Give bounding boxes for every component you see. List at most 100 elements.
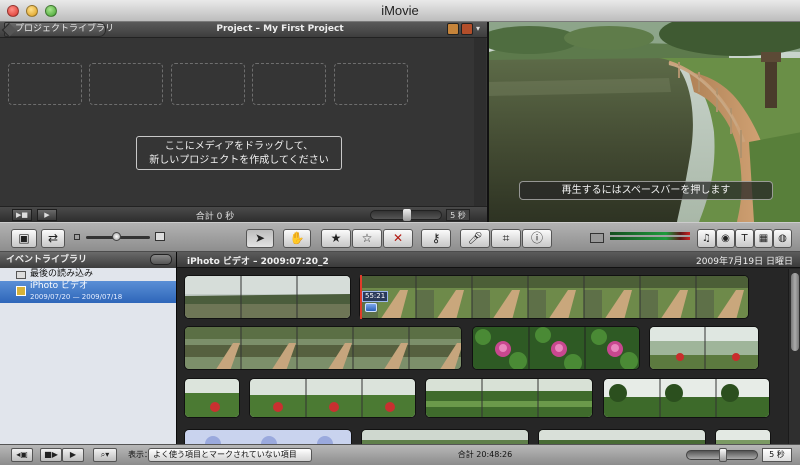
clip-filmstrip[interactable]	[361, 429, 529, 444]
level-bar	[610, 232, 690, 235]
large-thumb-icon	[155, 232, 165, 241]
title-icon[interactable]: T	[735, 229, 754, 248]
empty-slot	[171, 63, 245, 105]
clip-filmstrip[interactable]	[184, 378, 240, 418]
viewer-message: 再生するにはスペースバーを押します	[519, 181, 773, 200]
project-menu-icon[interactable]: ▾	[476, 23, 486, 35]
event-browser: iPhoto ビデオ – 2009:07:20_2 2009年7月19日 日曜日	[176, 252, 800, 444]
voiceover-mic-button[interactable]: 🎤︎	[460, 229, 490, 248]
event-header: iPhoto ビデオ – 2009:07:20_2 2009年7月19日 日曜日	[177, 252, 800, 268]
swap-events-icon[interactable]: ⇄	[41, 229, 65, 248]
clip-filmstrip[interactable]	[184, 275, 351, 319]
window-title: iMovie	[381, 3, 419, 18]
disk-icon[interactable]	[150, 254, 172, 265]
drop-message-line2: 新しいプロジェクトを作成してください	[149, 155, 329, 166]
clip-thumbnail	[539, 430, 705, 444]
slider-knob[interactable]	[112, 232, 121, 241]
project-total-time: 合計 0 秒	[195, 212, 235, 222]
slider-knob[interactable]	[403, 209, 411, 221]
empty-slot	[334, 63, 408, 105]
show-filter-select[interactable]: よく使う項目とマークされていない項目	[148, 448, 312, 462]
event-item-label: iPhoto ビデオ	[30, 281, 89, 291]
clip-thumbnail	[650, 327, 758, 369]
viewer[interactable]: 再生するにはスペースバーを押します	[487, 22, 800, 222]
film-icon	[16, 271, 26, 279]
small-thumb-icon	[74, 234, 80, 240]
title-bar: iMovie	[0, 0, 800, 22]
clip-thumbnail	[426, 379, 592, 417]
map-theme-icon[interactable]	[461, 23, 473, 35]
search-icon[interactable]: ⌕▾	[93, 448, 117, 462]
iphoto-icon	[16, 286, 26, 296]
event-item-last-import[interactable]: 最後の読み込み	[0, 268, 176, 281]
unmark-star-button[interactable]: ☆	[352, 229, 382, 248]
clip-filmstrip[interactable]	[425, 378, 593, 418]
arrow-tool-button[interactable]: ➤	[246, 229, 274, 248]
project-zoom-value: 5 秒	[446, 209, 470, 221]
event-browser-scrollbar[interactable]	[788, 269, 800, 444]
clip-filmstrip[interactable]	[359, 275, 749, 319]
level-bar	[610, 237, 690, 240]
imovie-window: iMovie プロジェクトライブラリ Project – My First Pr…	[0, 0, 800, 465]
hand-tool-button[interactable]: ✋	[283, 229, 311, 248]
drop-media-message[interactable]: ここにメディアをドラッグして、 新しいプロジェクトを作成してください	[136, 136, 342, 170]
empty-slot	[89, 63, 163, 105]
music-icon[interactable]: ♫	[697, 229, 716, 248]
crop-tool-button[interactable]: ⌗	[491, 229, 521, 248]
project-footer: ▶■ ▶ 合計 0 秒 5 秒	[0, 206, 487, 222]
clip-thumbnail	[250, 379, 415, 417]
clip-thumbnail	[716, 430, 770, 444]
project-pane: プロジェクトライブラリ Project – My First Project ▾…	[0, 22, 487, 222]
clip-filmstrip[interactable]	[184, 429, 352, 444]
clip-filmstrip[interactable]	[249, 378, 416, 418]
slider-knob[interactable]	[719, 448, 727, 462]
clip-thumbnail	[473, 327, 639, 369]
map-icon[interactable]: ◍	[773, 229, 792, 248]
play-full-screen-button[interactable]: ■▶	[40, 448, 62, 462]
play-project-button[interactable]: ▶	[37, 209, 57, 221]
clip-filmstrip[interactable]	[472, 326, 640, 370]
bottom-bar: ◂▣ ■▶ ▶ ⌕▾ 表示： よく使う項目とマークされていない項目 合計 20:…	[0, 444, 800, 465]
event-zoom-value: 5 秒	[762, 448, 792, 462]
clip-thumbnail	[185, 430, 351, 444]
drop-message-line1: ここにメディアをドラッグして、	[164, 141, 314, 152]
clip-thumbnail	[185, 327, 461, 369]
clip-time-badge: 55:21	[362, 291, 389, 302]
scrollbar-thumb[interactable]	[791, 273, 799, 351]
clip-filmstrip[interactable]	[603, 378, 770, 418]
photo-icon[interactable]: ◉	[716, 229, 735, 248]
clip-filmstrip[interactable]	[715, 429, 771, 444]
event-title: iPhoto ビデオ – 2009:07:20_2	[187, 257, 329, 267]
play-event-button[interactable]: ▶	[62, 448, 84, 462]
transition-icon[interactable]: ▦	[754, 229, 773, 248]
event-library-title: イベントライブラリ	[6, 255, 88, 265]
event-item-iphoto-video[interactable]: iPhoto ビデオ 2009/07/20 — 2009/07/18	[0, 281, 176, 303]
event-total-time: 合計 20:48:26	[457, 450, 513, 459]
clip-thumbnail	[362, 430, 528, 444]
project-header: プロジェクトライブラリ Project – My First Project ▾	[0, 22, 487, 38]
empty-slot	[8, 63, 82, 105]
reject-x-button[interactable]: ✕	[383, 229, 413, 248]
project-scrollbar[interactable]	[474, 38, 486, 206]
play-full-screen-button[interactable]: ▶■	[12, 209, 32, 221]
gear-icon[interactable]	[365, 303, 377, 312]
event-library-header: イベントライブラリ	[0, 252, 176, 268]
theme-icon[interactable]	[447, 23, 459, 35]
info-tool-button[interactable]: ⓘ	[522, 229, 552, 248]
favorite-star-button[interactable]: ★	[321, 229, 351, 248]
project-zoom-slider[interactable]	[370, 209, 442, 221]
clip-filmstrip[interactable]	[184, 326, 462, 370]
keyword-tool-button[interactable]: ⚷	[421, 229, 451, 248]
clip-filmstrip[interactable]	[538, 429, 706, 444]
event-zoom-slider[interactable]	[686, 448, 758, 462]
clip-thumbnail	[360, 276, 748, 318]
import-camera-icon[interactable]: ▣	[11, 229, 37, 248]
thumbnail-size-slider[interactable]	[86, 232, 150, 241]
volume-icon	[590, 233, 604, 243]
clip-thumbnail	[185, 379, 239, 417]
event-library: イベントライブラリ 最後の読み込み iPhoto ビデオ 2009/07/20 …	[0, 252, 176, 444]
show-events-icon[interactable]: ◂▣	[11, 448, 33, 462]
project-library-button[interactable]: プロジェクトライブラリ	[4, 22, 114, 37]
audio-level-meter	[610, 232, 690, 241]
clip-filmstrip[interactable]	[649, 326, 759, 370]
